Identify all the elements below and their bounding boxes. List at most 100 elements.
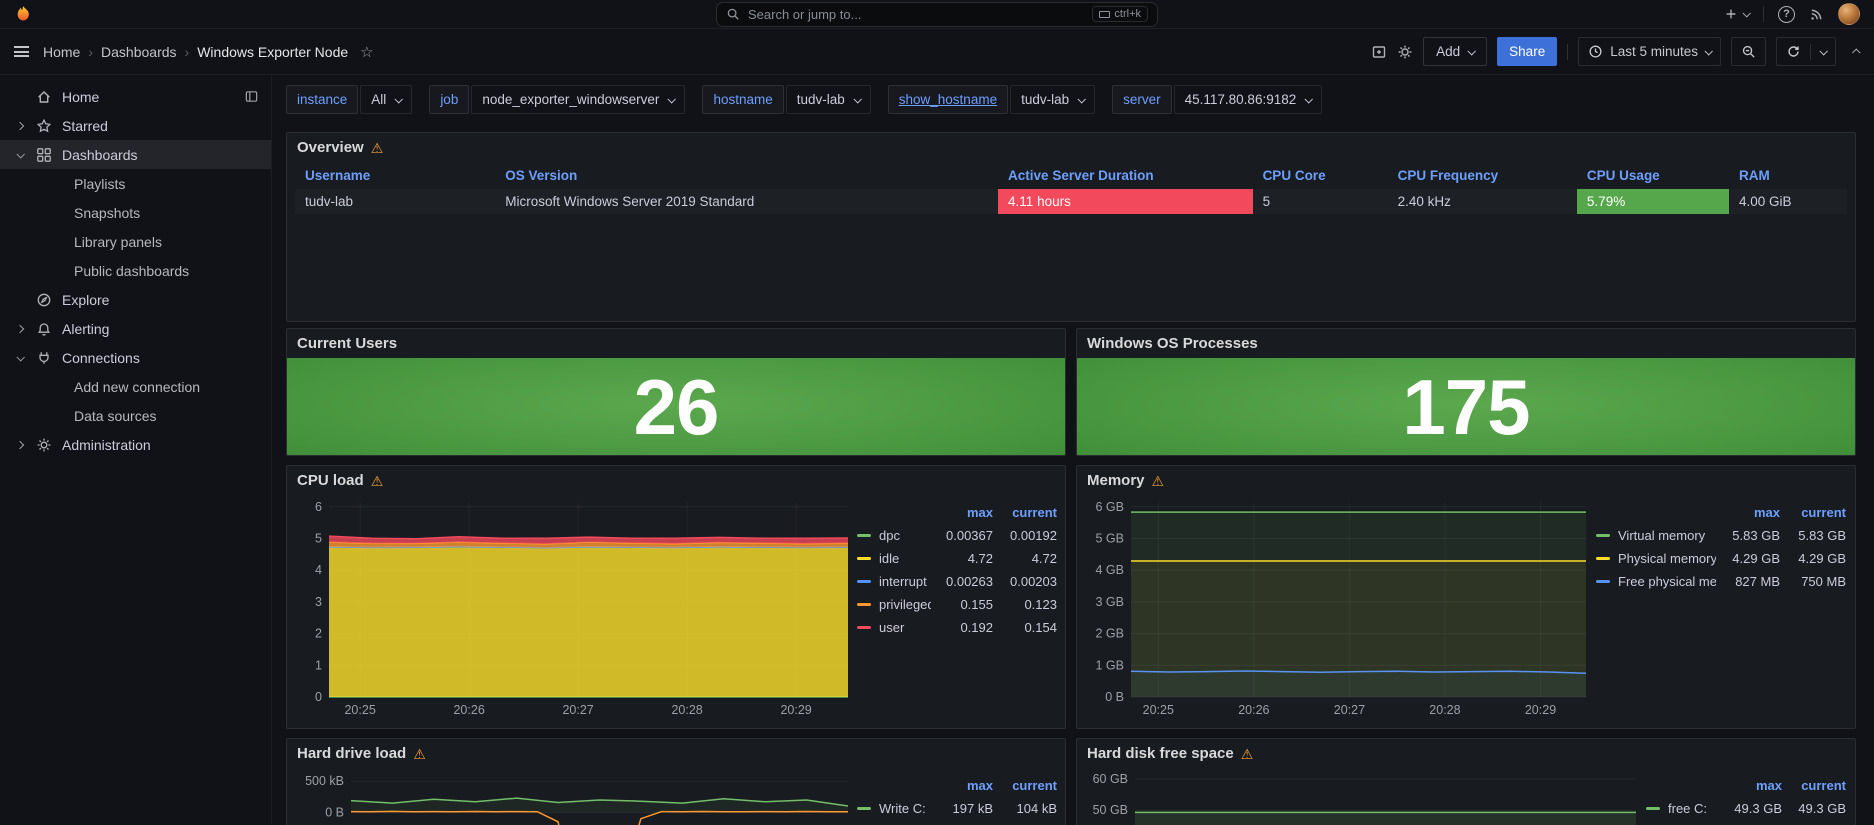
legend-item-dpc[interactable]: dpc bbox=[857, 528, 931, 543]
column-username[interactable]: Username bbox=[295, 162, 495, 189]
hdd-load-legend: max current Write C: 197 kB 104 kB bbox=[857, 770, 1057, 825]
legend-item-idle[interactable]: idle bbox=[857, 551, 931, 566]
refresh-button[interactable] bbox=[1776, 37, 1836, 66]
add-panel-button[interactable] bbox=[1371, 44, 1387, 60]
collapse-toolbar-button[interactable] bbox=[1852, 47, 1861, 57]
chevron-right-icon[interactable] bbox=[15, 121, 25, 130]
chevron-down-icon bbox=[667, 94, 677, 104]
chevron-right-icon[interactable] bbox=[15, 440, 25, 449]
sidebar-item-public-dashboards[interactable]: Public dashboards bbox=[0, 256, 271, 285]
svg-text:4: 4 bbox=[315, 563, 322, 577]
chevron-up-icon bbox=[1852, 47, 1861, 57]
panel-hard-drive-load: Hard drive load ⚠ 500 kB 0 B max current … bbox=[286, 738, 1066, 825]
sidebar-item-data-sources[interactable]: Data sources bbox=[0, 401, 271, 430]
processes-panel-header[interactable]: Windows OS Processes bbox=[1077, 329, 1855, 358]
memory-panel-header[interactable]: Memory ⚠ bbox=[1077, 466, 1855, 495]
sidebar-item-home[interactable]: Home bbox=[0, 82, 271, 111]
hard-disk-free-space-chart[interactable]: 60 GB 50 GB bbox=[1085, 770, 1640, 825]
sidebar-item-library-panels[interactable]: Library panels bbox=[0, 227, 271, 256]
current-users-panel-header[interactable]: Current Users bbox=[287, 329, 1065, 358]
chevron-down-icon[interactable] bbox=[16, 149, 25, 159]
sidebar-item-explore[interactable]: Explore bbox=[0, 285, 271, 314]
overview-panel-header[interactable]: Overview ⚠ bbox=[287, 133, 1855, 162]
legend-item-privileged[interactable]: privileged bbox=[857, 597, 931, 612]
cell-os-version: Microsoft Windows Server 2019 Standard bbox=[495, 189, 998, 214]
favorite-star-icon[interactable]: ☆ bbox=[360, 43, 373, 61]
dashboard-settings-button[interactable] bbox=[1397, 44, 1413, 60]
memory-chart[interactable]: 20:25 20:26 20:27 20:28 20:29 0 B 1 GB 2 GB 3 GB… bbox=[1085, 497, 1590, 721]
column-cpu-core[interactable]: CPU Core bbox=[1253, 162, 1388, 189]
column-cpu-usage[interactable]: CPU Usage bbox=[1577, 162, 1729, 189]
column-ram[interactable]: RAM bbox=[1729, 162, 1847, 189]
column-os-version[interactable]: OS Version bbox=[495, 162, 998, 189]
var-value-instance[interactable]: All bbox=[360, 85, 413, 114]
cpu-load-chart[interactable]: 20:25 20:26 20:27 20:28 20:29 0 1 2 3 4 5 6 bbox=[295, 497, 851, 721]
svg-text:5: 5 bbox=[315, 531, 322, 545]
add-button[interactable]: Add bbox=[1423, 37, 1488, 66]
var-value-show-hostname[interactable]: tudv-lab bbox=[1010, 85, 1096, 114]
breadcrumb-dashboards[interactable]: Dashboards bbox=[101, 44, 177, 60]
legend-row: Write C: 197 kB 104 kB bbox=[857, 797, 1057, 820]
warning-icon[interactable]: ⚠ bbox=[371, 474, 384, 488]
variable-hostname: hostname tudv-lab bbox=[702, 85, 871, 114]
warning-icon[interactable]: ⚠ bbox=[1152, 474, 1165, 488]
var-label-show-hostname[interactable]: show_hostname bbox=[887, 85, 1009, 114]
sidebar-item-dashboards[interactable]: Dashboards bbox=[0, 140, 271, 169]
help-button[interactable]: ? bbox=[1778, 5, 1795, 23]
user-avatar[interactable] bbox=[1838, 3, 1860, 25]
plus-icon bbox=[1726, 9, 1736, 19]
legend-item-virtual-memory[interactable]: Virtual memory bbox=[1596, 528, 1716, 543]
breadcrumb-home[interactable]: Home bbox=[43, 44, 80, 60]
sidebar-item-snapshots[interactable]: Snapshots bbox=[0, 198, 271, 227]
time-range-picker[interactable]: Last 5 minutes bbox=[1578, 37, 1721, 66]
var-value-job[interactable]: node_exporter_windowserver bbox=[471, 85, 686, 114]
sidebar-item-add-new-connection[interactable]: Add new connection bbox=[0, 372, 271, 401]
zoom-out-button[interactable] bbox=[1731, 37, 1766, 66]
share-button[interactable]: Share bbox=[1497, 37, 1558, 66]
chevron-down-icon[interactable] bbox=[16, 352, 25, 362]
sidebar-item-playlists[interactable]: Playlists bbox=[0, 169, 271, 198]
top-navigation-bar: Search or jump to... ctrl+k ? bbox=[0, 0, 1874, 29]
mega-menu-toggle-icon[interactable] bbox=[14, 46, 29, 57]
legend-item-write-c[interactable]: Write C: bbox=[857, 801, 931, 816]
refresh-icon bbox=[1788, 46, 1799, 57]
chevron-right-icon[interactable] bbox=[15, 324, 25, 333]
svg-text:20:26: 20:26 bbox=[1238, 703, 1269, 717]
refresh-interval-chevron-icon[interactable] bbox=[1819, 46, 1828, 56]
cpu-load-panel-header[interactable]: CPU load ⚠ bbox=[287, 466, 1065, 495]
var-value-server[interactable]: 45.117.80.86:9182 bbox=[1173, 85, 1323, 114]
search-input[interactable]: Search or jump to... ctrl+k bbox=[716, 1, 1158, 27]
chevron-down-icon bbox=[853, 94, 862, 104]
legend-item-user[interactable]: user bbox=[857, 620, 931, 635]
legend-item-free-physical-memory[interactable]: Free physical memory bbox=[1596, 574, 1716, 589]
legend-item-interrupt[interactable]: interrupt bbox=[857, 574, 931, 589]
column-active-server-duration[interactable]: Active Server Duration bbox=[998, 162, 1253, 189]
svg-text:2: 2 bbox=[315, 627, 322, 641]
hdd-free-panel-header[interactable]: Hard disk free space ⚠ bbox=[1077, 739, 1855, 768]
dock-menu-icon[interactable] bbox=[244, 89, 259, 104]
legend-item-free-c[interactable]: free C: bbox=[1646, 801, 1720, 816]
legend-row: interrupt 0.00263 0.00203 bbox=[857, 570, 1057, 593]
sidebar-item-starred[interactable]: Starred bbox=[0, 111, 271, 140]
warning-icon[interactable]: ⚠ bbox=[1241, 747, 1254, 761]
sidebar-item-connections[interactable]: Connections bbox=[0, 343, 271, 372]
warning-icon[interactable]: ⚠ bbox=[413, 747, 426, 761]
charts-row-1: CPU load ⚠ 20:25 20:26 20:27 20:28 20:29 0 1 2 3… bbox=[286, 465, 1856, 729]
sidebar-item-alerting[interactable]: Alerting bbox=[0, 314, 271, 343]
legend-item-physical-memory[interactable]: Physical memory bbox=[1596, 551, 1716, 566]
sidebar-item-administration[interactable]: Administration bbox=[0, 430, 271, 459]
svg-text:3: 3 bbox=[315, 595, 322, 609]
news-button[interactable] bbox=[1809, 7, 1824, 22]
warning-icon[interactable]: ⚠ bbox=[371, 141, 384, 155]
grafana-logo-icon[interactable] bbox=[14, 5, 33, 24]
column-cpu-frequency[interactable]: CPU Frequency bbox=[1388, 162, 1577, 189]
var-value-hostname[interactable]: tudv-lab bbox=[785, 85, 871, 114]
hdd-load-panel-header[interactable]: Hard drive load ⚠ bbox=[287, 739, 1065, 768]
breadcrumb-current: Windows Exporter Node bbox=[197, 43, 349, 60]
hard-drive-load-chart[interactable]: 500 kB 0 B bbox=[295, 770, 851, 825]
variable-job: job node_exporter_windowserver bbox=[429, 85, 686, 114]
legend-row: free C: 49.3 GB 49.3 GB bbox=[1646, 797, 1846, 820]
svg-text:20:29: 20:29 bbox=[780, 703, 811, 717]
new-menu-button[interactable] bbox=[1724, 7, 1751, 21]
svg-text:6 GB: 6 GB bbox=[1096, 500, 1125, 514]
